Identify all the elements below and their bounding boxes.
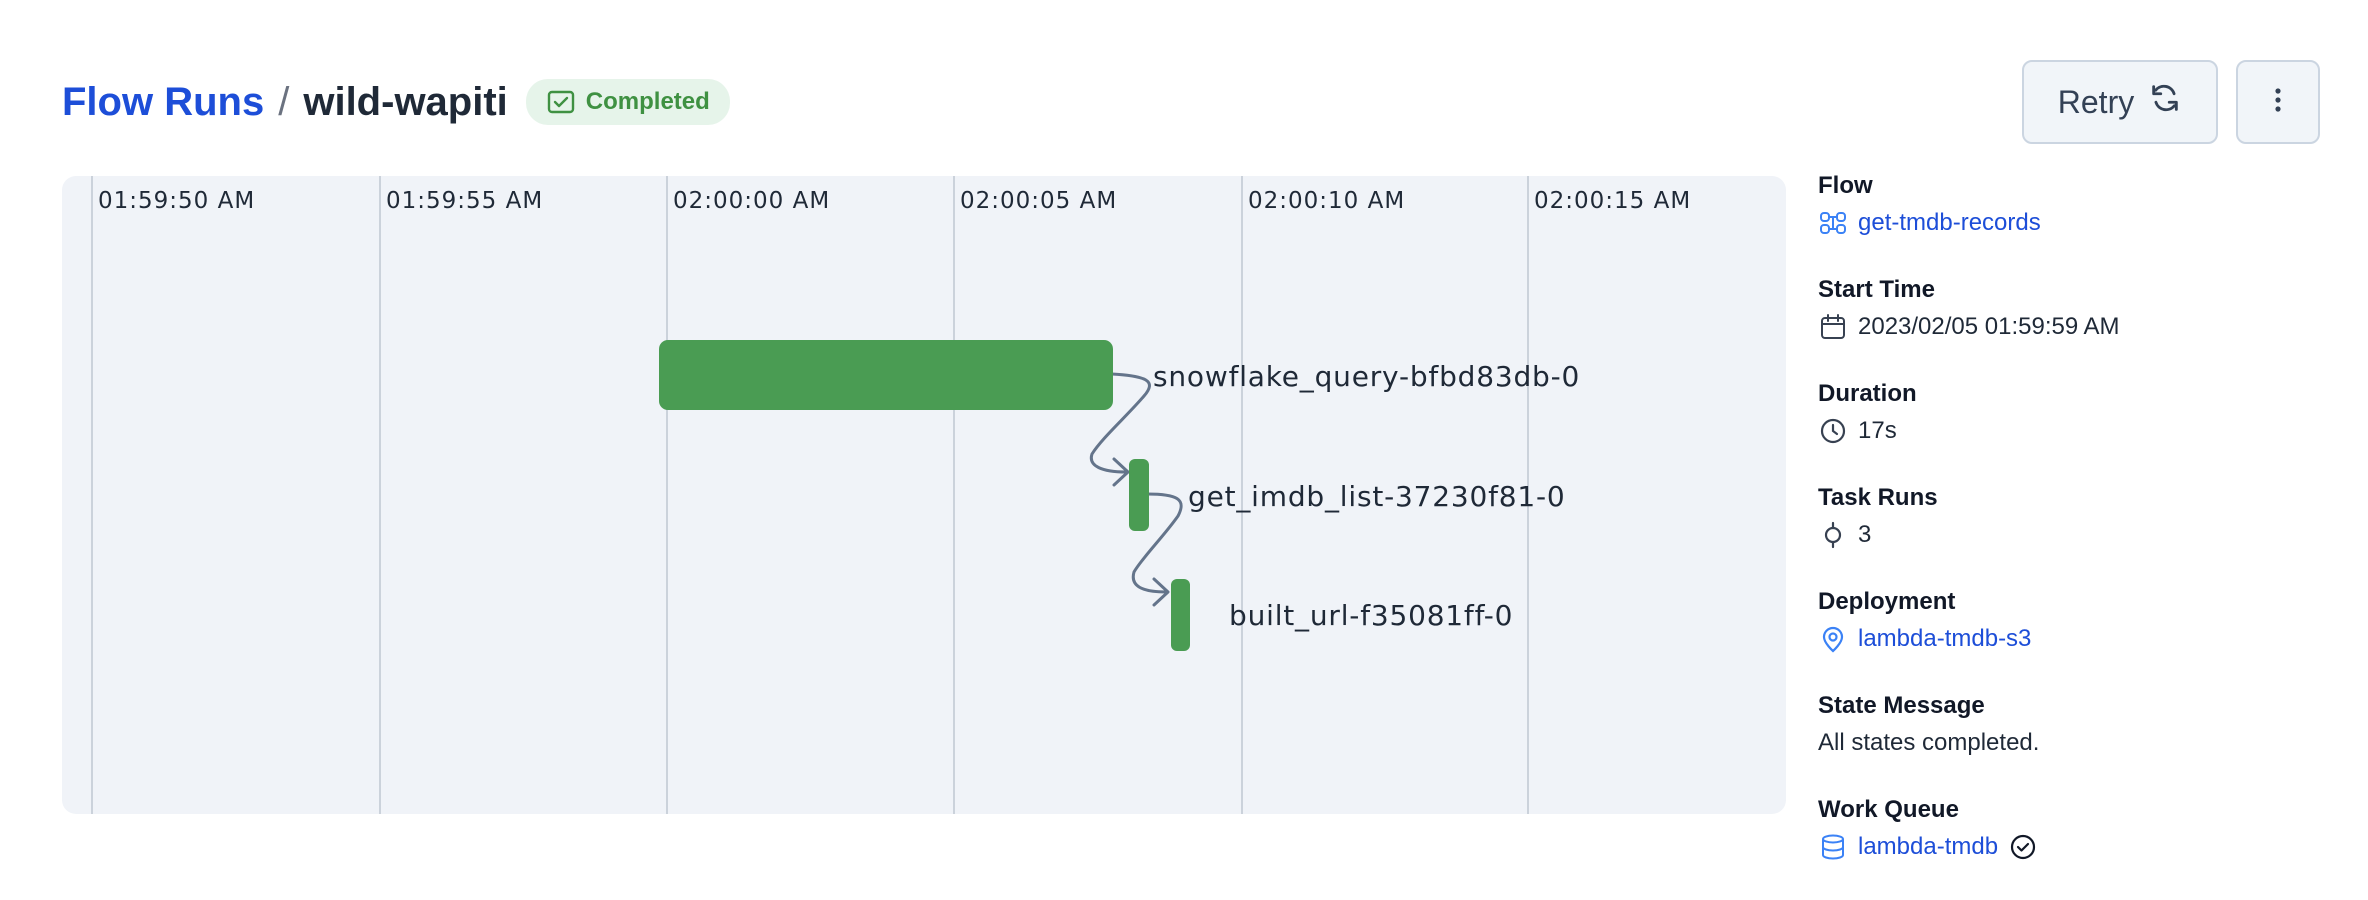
task-bars bbox=[659, 340, 1190, 651]
tick-label: 01:59:50 AM bbox=[98, 188, 255, 214]
timeline-axis-labels: 01:59:50 AM 01:59:55 AM 02:00:00 AM 02:0… bbox=[98, 188, 1691, 214]
vertical-dots-icon bbox=[2273, 85, 2283, 120]
breadcrumb-separator: / bbox=[278, 79, 290, 124]
tick-label: 02:00:05 AM bbox=[960, 188, 1117, 214]
flow-run-timeline[interactable]: 01:59:50 AM 01:59:55 AM 02:00:00 AM 02:0… bbox=[62, 176, 1786, 814]
duration-field: Duration 17s bbox=[1818, 380, 2338, 446]
flow-link[interactable]: get-tmdb-records bbox=[1858, 208, 2041, 238]
task-labels: snowflake_query-bfbd83db-0 get_imdb_list… bbox=[1153, 360, 1580, 632]
field-label: State Message bbox=[1818, 692, 1985, 719]
page-title: wild-wapiti bbox=[303, 79, 508, 124]
status-label: Completed bbox=[585, 88, 710, 115]
location-pin-icon bbox=[1818, 624, 1848, 654]
run-details-panel: Flow get-tmdb-records Start Time 2023/02… bbox=[1818, 172, 2338, 900]
check-square-icon bbox=[546, 87, 576, 117]
duration-value: 17s bbox=[1858, 417, 1897, 444]
state-message-value: All states completed. bbox=[1818, 729, 2040, 756]
field-label: Work Queue bbox=[1818, 796, 1959, 823]
task-bar[interactable] bbox=[1129, 459, 1149, 531]
timeline-canvas: 01:59:50 AM 01:59:55 AM 02:00:00 AM 02:0… bbox=[91, 176, 1691, 814]
work-queue-field: Work Queue lambda-tmdb bbox=[1818, 796, 2338, 862]
start-time-field: Start Time 2023/02/05 01:59:59 AM bbox=[1818, 276, 2338, 342]
breadcrumb-flow-runs-link[interactable]: Flow Runs bbox=[62, 80, 264, 125]
status-badge: Completed bbox=[525, 79, 730, 125]
retry-label: Retry bbox=[2057, 83, 2135, 120]
flow-icon bbox=[1818, 208, 1848, 238]
field-label: Start Time bbox=[1818, 276, 1935, 303]
deployment-link[interactable]: lambda-tmdb-s3 bbox=[1858, 624, 2031, 654]
task-label[interactable]: built_url-f35081ff-0 bbox=[1229, 599, 1513, 632]
task-label[interactable]: get_imdb_list-37230f81-0 bbox=[1188, 480, 1566, 513]
deployment-field: Deployment lambda-tmdb-s3 bbox=[1818, 588, 2338, 654]
clock-icon bbox=[1818, 416, 1848, 446]
flow-field: Flow get-tmdb-records bbox=[1818, 172, 2338, 238]
retry-button[interactable]: Retry bbox=[2022, 60, 2218, 144]
header-actions: Retry bbox=[2022, 60, 2320, 144]
page-header: Flow Runs / wild-wapiti Completed bbox=[62, 70, 730, 134]
tick-label: 01:59:55 AM bbox=[386, 188, 543, 214]
task-runs-value: 3 bbox=[1858, 521, 1872, 548]
refresh-icon bbox=[2148, 81, 2182, 123]
field-label: Deployment bbox=[1818, 588, 1956, 615]
task-bar[interactable] bbox=[659, 340, 1113, 410]
tick-label: 02:00:15 AM bbox=[1534, 188, 1691, 214]
tick-label: 02:00:10 AM bbox=[1248, 188, 1405, 214]
field-label: Duration bbox=[1818, 380, 1917, 407]
database-icon bbox=[1818, 832, 1848, 862]
start-time-value: 2023/02/05 01:59:59 AM bbox=[1858, 313, 2120, 340]
task-label[interactable]: snowflake_query-bfbd83db-0 bbox=[1153, 360, 1580, 393]
task-icon bbox=[1818, 520, 1848, 550]
check-circle-icon bbox=[2008, 832, 2038, 862]
field-label: Flow bbox=[1818, 172, 1873, 199]
work-queue-link[interactable]: lambda-tmdb bbox=[1858, 832, 1998, 862]
more-options-button[interactable] bbox=[2236, 60, 2320, 144]
state-message-field: State Message All states completed. bbox=[1818, 692, 2338, 758]
task-bar[interactable] bbox=[1171, 579, 1190, 651]
task-runs-field: Task Runs 3 bbox=[1818, 484, 2338, 550]
field-label: Task Runs bbox=[1818, 484, 1938, 511]
calendar-icon bbox=[1818, 312, 1848, 342]
tick-label: 02:00:00 AM bbox=[673, 188, 830, 214]
